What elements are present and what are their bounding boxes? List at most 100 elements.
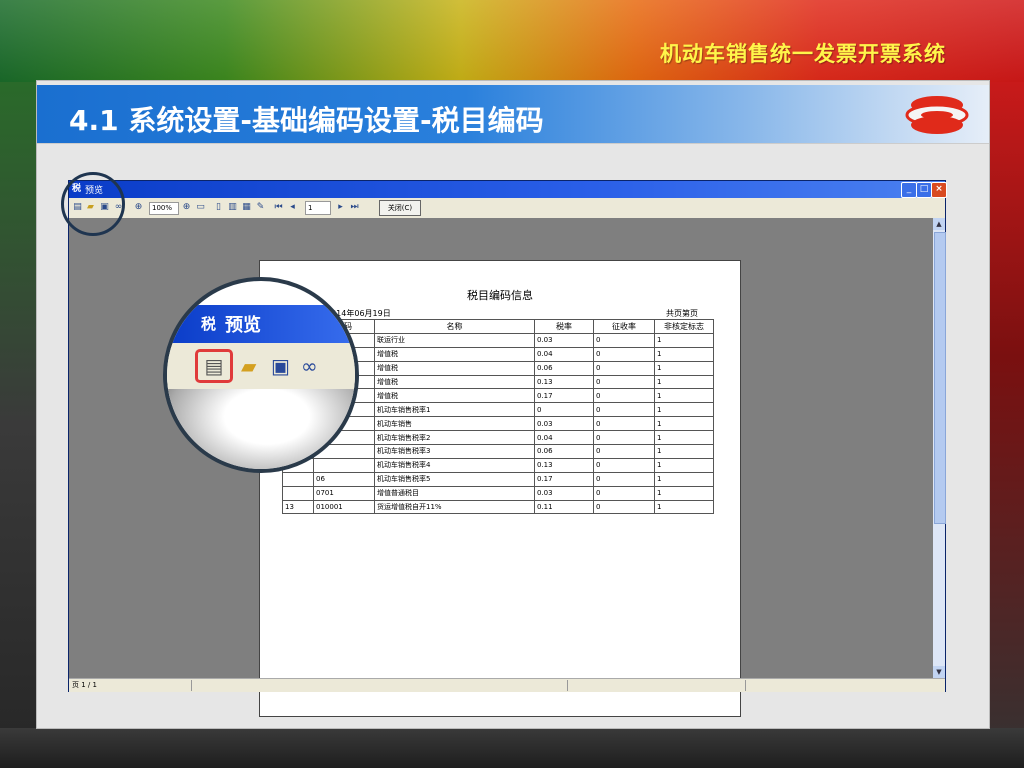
table-cell: 增值普通税目 <box>374 485 535 501</box>
table-cell: 0 <box>593 444 655 459</box>
table-cell: 联运行业 <box>374 332 535 348</box>
single-page-icon[interactable]: ▯ <box>213 202 224 213</box>
table-cell: 增值税 <box>374 346 535 362</box>
page-number-input[interactable]: 1 <box>305 201 331 215</box>
maximize-button[interactable]: □ <box>916 182 932 198</box>
open-folder-icon[interactable]: ▰ <box>241 355 256 377</box>
vertical-scrollbar[interactable]: ▲ ▼ <box>933 218 946 678</box>
table-cell: 增值税 <box>374 388 535 404</box>
table-cell: 1 <box>654 457 714 473</box>
two-page-icon[interactable]: ▥ <box>227 202 238 213</box>
minimize-button[interactable]: _ <box>901 182 917 198</box>
app-title: 机动车销售统一发票开票系统 <box>660 42 946 66</box>
next-page-icon[interactable]: ▸ <box>335 202 346 213</box>
highlight-circle <box>61 172 125 236</box>
slide-left-edge <box>0 82 40 768</box>
table-cell: 0 <box>593 457 655 473</box>
app-icon: 税 <box>201 315 217 333</box>
table-cell: 0 <box>593 360 655 376</box>
table-row: 13 010001 货运增值税自开11% 0.11 0 1 <box>282 499 714 515</box>
table-row: 0701 增值普通税目 0.03 0 1 <box>282 485 714 501</box>
table-cell: 1 <box>654 374 714 390</box>
zoom-in-icon[interactable]: ⊕ <box>181 202 192 213</box>
table-cell: 0.04 <box>534 346 594 362</box>
zoom-lens: 税 预览 ▤ ▰ ▣ ∞ <box>163 277 359 473</box>
status-bar: 页 1 / 1 <box>69 678 945 692</box>
table-cell: 0 <box>593 346 655 362</box>
table-cell: 机动车销售税率5 <box>374 471 535 487</box>
table-cell: 0.06 <box>534 360 594 376</box>
table-cell: 0.13 <box>534 457 594 473</box>
table-cell: 1 <box>654 388 714 404</box>
table-cell: 13 <box>282 499 314 515</box>
table-cell: 0 <box>593 402 655 418</box>
table-cell: 1 <box>654 360 714 376</box>
save-icon[interactable]: ▣ <box>271 355 290 377</box>
table-cell: 0 <box>593 332 655 348</box>
status-divider <box>191 680 192 691</box>
document-title: 税目编码信息 <box>467 289 533 302</box>
table-cell: 机动车销售税率2 <box>374 430 535 446</box>
close-window-button[interactable]: × <box>931 182 947 198</box>
scroll-down-icon[interactable]: ▼ <box>933 666 945 678</box>
table-cell: 0 <box>593 471 655 487</box>
first-page-icon[interactable]: ⏮ <box>273 202 284 213</box>
lens-title: 预览 <box>225 315 261 336</box>
table-cell: 0 <box>593 388 655 404</box>
table-cell: 货运增值税自开11% <box>374 499 535 515</box>
column-header: 征收率 <box>593 319 655 334</box>
zoom-icon[interactable]: ⊕ <box>133 202 144 213</box>
multi-page-icon[interactable]: ▦ <box>241 202 252 213</box>
zoom-select[interactable]: 100% <box>149 202 179 215</box>
table-cell <box>282 485 314 501</box>
table-cell: 0.06 <box>534 444 594 459</box>
table-cell: 1 <box>654 471 714 487</box>
table-cell: 机动车销售税率1 <box>374 402 535 418</box>
last-page-icon[interactable]: ⏭ <box>349 202 360 213</box>
table-cell: 0.11 <box>534 499 594 515</box>
table-cell: 0.17 <box>534 471 594 487</box>
table-cell: 1 <box>654 332 714 348</box>
table-cell: 1 <box>654 346 714 362</box>
close-button[interactable]: 关闭(C) <box>379 200 421 216</box>
table-cell: 0 <box>593 430 655 446</box>
table-cell: 1 <box>654 402 714 418</box>
section-title: 4.1 系统设置-基础编码设置-税目编码 <box>69 104 544 137</box>
prev-page-icon[interactable]: ◂ <box>287 202 298 213</box>
table-cell: 0.17 <box>534 388 594 404</box>
scroll-thumb[interactable] <box>934 232 946 524</box>
scroll-up-icon[interactable]: ▲ <box>933 218 945 230</box>
table-cell: 0.03 <box>534 485 594 501</box>
table-cell: 0.04 <box>534 430 594 446</box>
section-header: 4.1 系统设置-基础编码设置-税目编码 <box>37 85 989 143</box>
status-page-indicator: 页 1 / 1 <box>72 681 97 689</box>
table-cell: 0.13 <box>534 374 594 390</box>
table-cell: 0 <box>593 485 655 501</box>
status-divider <box>745 680 746 691</box>
table-cell: 1 <box>654 430 714 446</box>
table-cell: 1 <box>654 499 714 515</box>
table-cell: 0701 <box>313 485 375 501</box>
table-cell: 0.03 <box>534 416 594 432</box>
table-cell <box>282 471 314 487</box>
table-cell: 机动车销售税率4 <box>374 457 535 473</box>
table-cell: 1 <box>654 416 714 432</box>
company-logo-icon <box>905 96 969 134</box>
table-cell: 0 <box>534 402 594 418</box>
table-cell: 1 <box>654 444 714 459</box>
table-cell: 06 <box>313 471 375 487</box>
table-cell: 1 <box>654 485 714 501</box>
binoculars-icon[interactable]: ∞ <box>301 355 318 377</box>
slide-bottom-edge <box>0 728 1024 768</box>
print-icon[interactable]: ▤ <box>195 349 233 383</box>
fit-width-icon[interactable]: ▭ <box>195 202 206 213</box>
column-header: 名称 <box>374 319 535 334</box>
table-cell: 0 <box>593 416 655 432</box>
page-setup-icon[interactable]: ✎ <box>255 202 266 213</box>
table-cell: 0 <box>593 499 655 515</box>
column-header: 非核定标志 <box>654 319 714 334</box>
table-cell: 010001 <box>313 499 375 515</box>
window-titlebar[interactable]: 税 预览 _ □ × <box>69 181 947 198</box>
lens-titlebar: 税 预览 <box>167 305 355 343</box>
table-cell: 0.03 <box>534 332 594 348</box>
